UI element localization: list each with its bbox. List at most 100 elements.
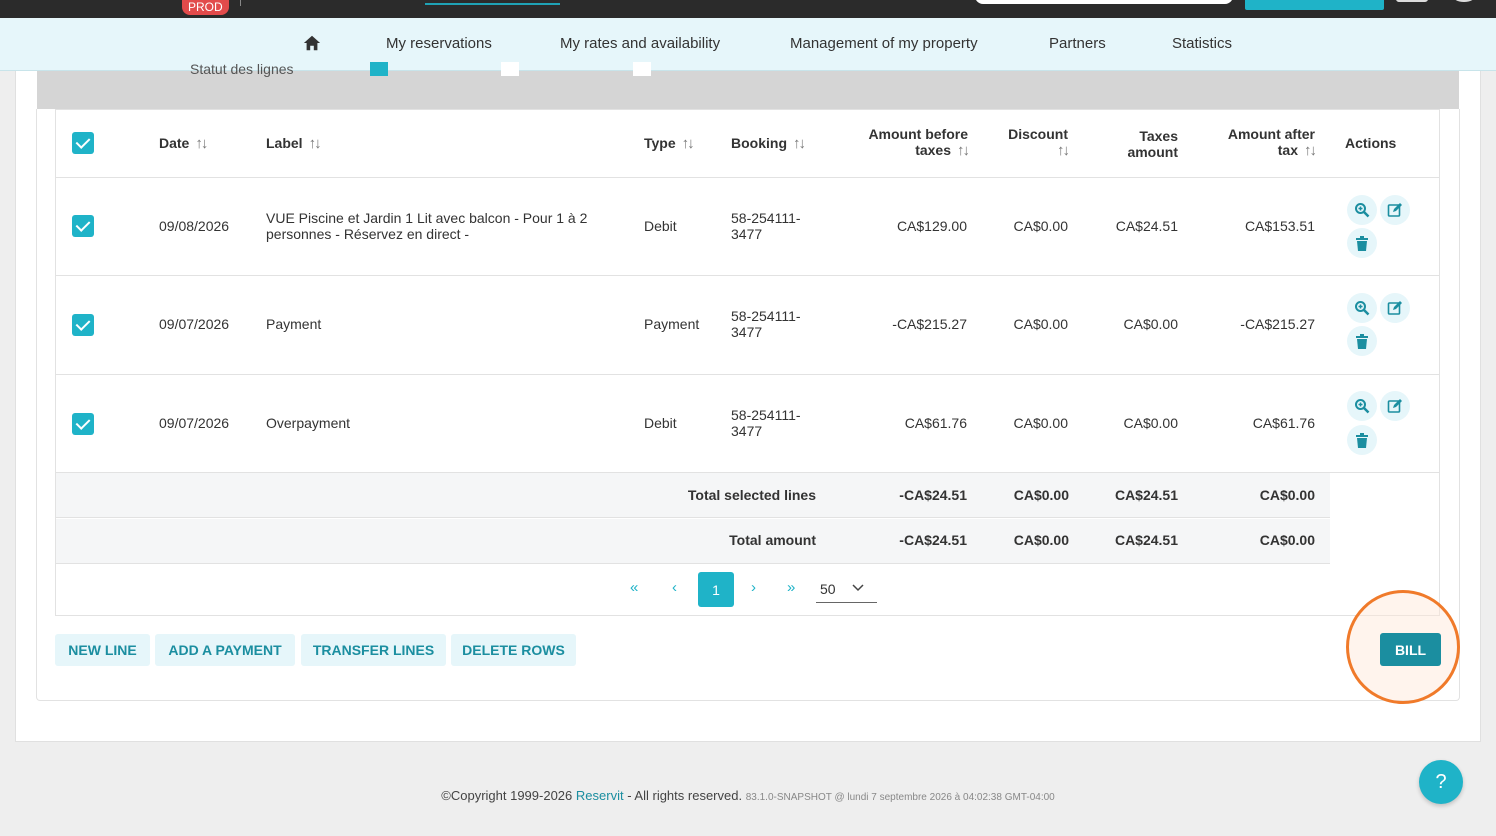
- col-header-taxes: Taxes amount: [1127, 128, 1178, 160]
- user-avatar-icon[interactable]: [1452, 0, 1476, 2]
- filter-checkbox-3[interactable]: [633, 62, 651, 76]
- row-taxes: CA$24.51: [1115, 218, 1178, 234]
- col-header-amount-after[interactable]: Amount after tax ↑↓: [1200, 126, 1317, 159]
- nav-item-my-reservations[interactable]: My reservations: [386, 35, 492, 52]
- global-search-input[interactable]: [975, 0, 1233, 4]
- new-line-button[interactable]: NEW LINE: [55, 634, 150, 666]
- row-label: Overpayment: [266, 415, 351, 431]
- row-divider: [56, 275, 1439, 276]
- nav-item-partners[interactable]: Partners: [1049, 35, 1106, 52]
- row-checkbox[interactable]: [72, 215, 94, 237]
- page-size-value: 50: [820, 581, 836, 597]
- total-selected-label: Total selected lines: [687, 487, 816, 503]
- first-page-button[interactable]: «: [630, 579, 638, 596]
- topbar-divider: [240, 0, 241, 6]
- nav-item-property-management[interactable]: Management of my property: [790, 35, 978, 52]
- total-selected-discount: CA$0.00: [1013, 487, 1069, 503]
- home-icon[interactable]: [303, 34, 321, 52]
- chevron-down-icon: [852, 584, 864, 592]
- footer-version: 83.1.0-SNAPSHOT @ lundi 7 septembre 2026…: [745, 792, 1055, 803]
- row-amount-after: CA$61.76: [1252, 415, 1315, 431]
- transfer-lines-button[interactable]: TRANSFER LINES: [301, 634, 446, 666]
- row-taxes: CA$0.00: [1123, 316, 1178, 332]
- edit-icon[interactable]: [1380, 195, 1410, 225]
- bill-button[interactable]: BILL: [1380, 633, 1441, 666]
- last-page-button[interactable]: »: [787, 579, 795, 596]
- total-amount-row: Total amount -CA$24.51 CA$0.00 CA$24.51 …: [56, 519, 1330, 564]
- row-taxes: CA$0.00: [1123, 415, 1178, 431]
- total-amount-discount: CA$0.00: [1013, 532, 1069, 548]
- row-date: 09/07/2026: [159, 316, 230, 332]
- prev-page-button[interactable]: ‹: [672, 579, 677, 596]
- help-button[interactable]: ?: [1419, 760, 1463, 804]
- row-discount: CA$0.00: [1013, 415, 1068, 431]
- add-payment-button[interactable]: ADD A PAYMENT: [155, 634, 295, 666]
- page-size-select[interactable]: 50: [816, 575, 877, 603]
- filter-label: Statut des lignes: [190, 61, 294, 77]
- view-icon[interactable]: [1347, 195, 1377, 225]
- delete-icon[interactable]: [1347, 326, 1377, 356]
- edit-icon[interactable]: [1380, 391, 1410, 421]
- total-amount-label: Total amount: [729, 532, 816, 548]
- row-divider: [56, 177, 1439, 178]
- row-type: Debit: [644, 415, 677, 431]
- top-bar: PROD: [0, 0, 1496, 18]
- col-header-date[interactable]: Date ↑↓: [159, 135, 208, 152]
- col-header-type[interactable]: Type ↑↓: [644, 135, 695, 152]
- filter-checkbox-1[interactable]: [370, 62, 388, 76]
- next-page-button[interactable]: ›: [751, 579, 756, 596]
- view-icon[interactable]: [1347, 293, 1377, 323]
- total-selected-taxes: CA$24.51: [1114, 487, 1178, 503]
- sort-icon[interactable]: ↑↓: [682, 135, 695, 152]
- total-selected-amount-after: CA$0.00: [1259, 487, 1315, 503]
- edit-icon[interactable]: [1380, 293, 1410, 323]
- total-selected-amount-before: -CA$24.51: [899, 487, 967, 503]
- delete-icon[interactable]: [1347, 228, 1377, 258]
- env-badge: PROD: [182, 0, 229, 15]
- row-type: Payment: [644, 316, 700, 332]
- row-date: 09/08/2026: [159, 218, 230, 234]
- row-amount-before: CA$129.00: [896, 218, 967, 234]
- total-selected-row: Total selected lines -CA$24.51 CA$0.00 C…: [56, 473, 1330, 518]
- delete-rows-button[interactable]: DELETE ROWS: [451, 634, 576, 666]
- nav-item-rates-availability[interactable]: My rates and availability: [560, 35, 720, 52]
- total-amount-before: -CA$24.51: [899, 532, 967, 548]
- footer: ©Copyright 1999-2026 Reservit - All righ…: [0, 788, 1496, 803]
- row-booking[interactable]: 58-254111- 3477: [731, 308, 801, 340]
- row-amount-before: -CA$215.27: [892, 316, 967, 332]
- nav-item-statistics[interactable]: Statistics: [1172, 35, 1232, 52]
- sort-icon[interactable]: ↑↓: [793, 135, 806, 152]
- select-all-checkbox[interactable]: [72, 132, 94, 154]
- row-checkbox[interactable]: [72, 314, 94, 336]
- filter-checkbox-2[interactable]: [501, 62, 519, 76]
- row-type: Debit: [644, 218, 677, 234]
- delete-icon[interactable]: [1347, 425, 1377, 455]
- row-discount: CA$0.00: [1013, 316, 1068, 332]
- footer-brand-link[interactable]: Reservit: [576, 788, 624, 803]
- total-amount-taxes: CA$24.51: [1114, 532, 1178, 548]
- sort-icon[interactable]: ↑↓: [195, 135, 208, 152]
- col-header-booking[interactable]: Booking ↑↓: [731, 135, 806, 152]
- page-button-current[interactable]: 1: [698, 572, 734, 607]
- row-amount-after: CA$153.51: [1244, 218, 1315, 234]
- row-discount: CA$0.00: [1013, 218, 1068, 234]
- row-booking[interactable]: 58-254111- 3477: [731, 407, 801, 439]
- view-icon[interactable]: [1347, 391, 1377, 421]
- topbar-action-button[interactable]: [1245, 0, 1384, 10]
- sort-icon[interactable]: ↑↓: [1057, 142, 1070, 159]
- row-amount-before: CA$61.76: [904, 415, 967, 431]
- row-amount-after: -CA$215.27: [1240, 316, 1315, 332]
- sort-icon[interactable]: ↑↓: [1304, 142, 1317, 159]
- row-booking[interactable]: 58-254111- 3477: [731, 210, 801, 242]
- col-header-amount-before[interactable]: Amount before taxes ↑↓: [840, 126, 970, 159]
- topbar-menu-icon[interactable]: [1396, 0, 1428, 2]
- total-amount-after: CA$0.00: [1259, 532, 1315, 548]
- col-header-discount[interactable]: Discount ↑↓: [990, 126, 1070, 159]
- row-label: VUE Piscine et Jardin 1 Lit avec balcon …: [266, 210, 588, 242]
- sort-icon[interactable]: ↑↓: [957, 142, 970, 159]
- row-checkbox[interactable]: [72, 413, 94, 435]
- sort-icon[interactable]: ↑↓: [309, 135, 322, 152]
- footer-copyright: ©Copyright 1999-2026: [441, 788, 573, 803]
- active-tab-indicator: [425, 3, 560, 5]
- col-header-label[interactable]: Label ↑↓: [266, 135, 322, 152]
